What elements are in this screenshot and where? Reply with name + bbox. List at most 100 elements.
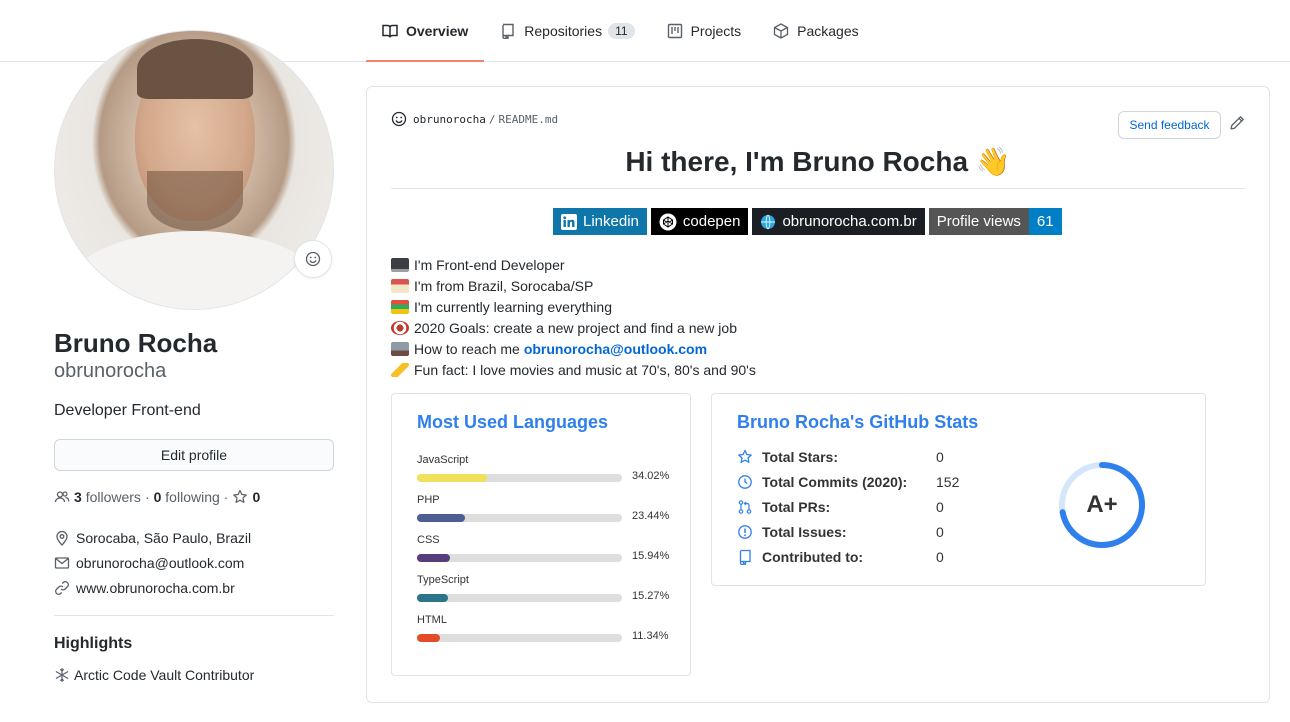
people-icon	[54, 491, 70, 503]
language-row: PHP 23.44%	[417, 494, 677, 522]
profile-views-count-segment: 61	[1028, 208, 1062, 235]
package-icon	[773, 23, 789, 39]
followers-count: 3	[74, 489, 82, 505]
set-status-button[interactable]	[294, 240, 332, 278]
edit-readme-button[interactable]	[1229, 115, 1245, 134]
language-name: JavaScript	[417, 454, 469, 466]
list-item: How to reach me obrunorocha@outlook.com	[391, 338, 756, 359]
stat-row: Total Commits (2020): 152	[737, 472, 959, 492]
readme-heading: Hi there, I'm Bruno Rocha 👋	[625, 146, 1011, 177]
readme-file-link[interactable]: README.md	[498, 113, 558, 126]
highlight-text[interactable]: Arctic Code Vault Contributor	[74, 667, 254, 683]
separator-dot: ·	[223, 489, 229, 505]
language-bar-fill	[417, 594, 449, 602]
pull-request-icon	[738, 500, 752, 514]
followers-link[interactable]: 3 followers	[74, 489, 141, 505]
linkedin-badge-label: Linkedin	[583, 213, 639, 230]
readme-line: I'm Front-end Developer	[414, 256, 565, 273]
language-bar-track	[417, 554, 622, 562]
path-separator: /	[488, 112, 496, 126]
tab-projects[interactable]: Projects	[651, 0, 758, 62]
stat-label: Total PRs:	[762, 499, 831, 515]
language-percent: 34.02%	[632, 470, 670, 482]
stars-count: 0	[252, 489, 261, 505]
email-link[interactable]: obrunorocha@outlook.com	[76, 555, 244, 571]
edit-profile-button[interactable]: Edit profile	[54, 439, 334, 471]
language-row: HTML 11.34%	[417, 614, 677, 642]
highlight-item: Arctic Code Vault Contributor	[54, 667, 254, 683]
avatar-hair	[137, 39, 253, 99]
language-row: JavaScript 34.02%	[417, 454, 677, 482]
tab-projects-label: Projects	[690, 23, 742, 39]
stat-value: 0	[936, 499, 944, 515]
language-row: CSS 15.94%	[417, 534, 677, 562]
stat-row: Total Issues: 0	[737, 522, 944, 542]
github-stats-card: Bruno Rocha's GitHub Stats Total Stars: 0…	[711, 393, 1206, 586]
language-percent: 15.27%	[632, 590, 670, 602]
stat-row: Contributed to: 0	[737, 547, 944, 567]
codepen-badge[interactable]: codepen	[650, 208, 749, 235]
star-icon	[738, 449, 752, 463]
list-item: I'm from Brazil, Sorocaba/SP	[391, 275, 756, 296]
stat-row: Total PRs: 0	[737, 497, 944, 517]
stat-label: Total Stars:	[762, 449, 838, 465]
readme-heading-rule	[391, 188, 1245, 189]
profile-views-label: Profile views	[936, 213, 1021, 230]
website-link[interactable]: www.obrunorocha.com.br	[76, 580, 235, 596]
profile-views-count: 61	[1036, 213, 1054, 230]
send-feedback-button[interactable]: Send feedback	[1118, 111, 1221, 139]
language-row: TypeScript 15.27%	[417, 574, 677, 602]
language-bar-fill	[417, 634, 441, 642]
linkedin-icon	[561, 213, 577, 230]
readme-line: Fun fact: I love movies and music at 70'…	[414, 361, 756, 378]
badge-row: Linkedin codepen obrunorocha.com.br Prof…	[553, 208, 1062, 235]
readme-line: How to reach me	[414, 340, 520, 357]
tab-repositories[interactable]: Repositories 11	[484, 0, 650, 62]
grade-text: A+	[1086, 491, 1118, 518]
stars-link[interactable]: 0	[232, 489, 260, 505]
profile-location: Sorocaba, São Paulo, Brazil	[54, 530, 251, 546]
stat-value: 152	[936, 474, 960, 490]
website-badge[interactable]: obrunorocha.com.br	[752, 208, 925, 235]
smiley-icon	[391, 111, 407, 127]
star-icon	[233, 489, 248, 503]
stat-label: Contributed to:	[762, 549, 864, 565]
readme-owner-link[interactable]: obrunorocha	[413, 113, 486, 126]
tab-overview[interactable]: Overview	[366, 0, 485, 62]
profile-readme-card: obrunorocha / README.md Send feedback Hi…	[366, 86, 1270, 703]
stat-value: 0	[936, 449, 944, 465]
linkedin-badge[interactable]: Linkedin	[553, 208, 647, 235]
profile-views-label-segment: Profile views	[928, 208, 1029, 235]
repositories-count-badge: 11	[608, 23, 635, 39]
tab-packages-label: Packages	[797, 23, 859, 39]
tab-list: Overview Repositories 11 Projects Packag…	[366, 0, 875, 62]
separator-dot: ·	[144, 489, 150, 505]
snowflake-icon	[55, 668, 69, 682]
readme-line: I'm from Brazil, Sorocaba/SP	[414, 277, 594, 294]
following-link[interactable]: 0 following	[154, 489, 220, 505]
mailbox-icon	[391, 341, 409, 356]
contact-email-link[interactable]: obrunorocha@outlook.com	[524, 341, 707, 357]
list-item: 2020 Goals: create a new project and fin…	[391, 317, 756, 338]
stat-label: Total Commits (2020):	[762, 474, 908, 490]
laptop-icon	[391, 257, 409, 272]
location-text: Sorocaba, São Paulo, Brazil	[76, 530, 252, 546]
language-name: HTML	[417, 614, 447, 626]
dart-icon	[391, 320, 409, 335]
profile-bio: Developer Front-end	[54, 402, 201, 419]
avatar-shirt	[65, 231, 325, 309]
profile-website: www.obrunorocha.com.br	[54, 580, 235, 596]
readme-line: I'm currently learning everything	[414, 298, 612, 315]
followers-label: followers	[85, 489, 141, 505]
pencil-icon	[1230, 116, 1244, 130]
sidebar-divider	[54, 615, 334, 616]
location-icon	[56, 530, 68, 546]
tab-packages[interactable]: Packages	[757, 0, 874, 62]
profile-username: obrunorocha	[54, 360, 167, 382]
profile-views-badge: Profile views 61	[928, 208, 1062, 235]
language-bar-fill	[417, 474, 487, 482]
codepen-badge-body: codepen	[650, 208, 749, 235]
project-icon	[667, 23, 682, 39]
list-item: I'm currently learning everything	[391, 296, 756, 317]
profile-email: obrunorocha@outlook.com	[54, 555, 244, 571]
